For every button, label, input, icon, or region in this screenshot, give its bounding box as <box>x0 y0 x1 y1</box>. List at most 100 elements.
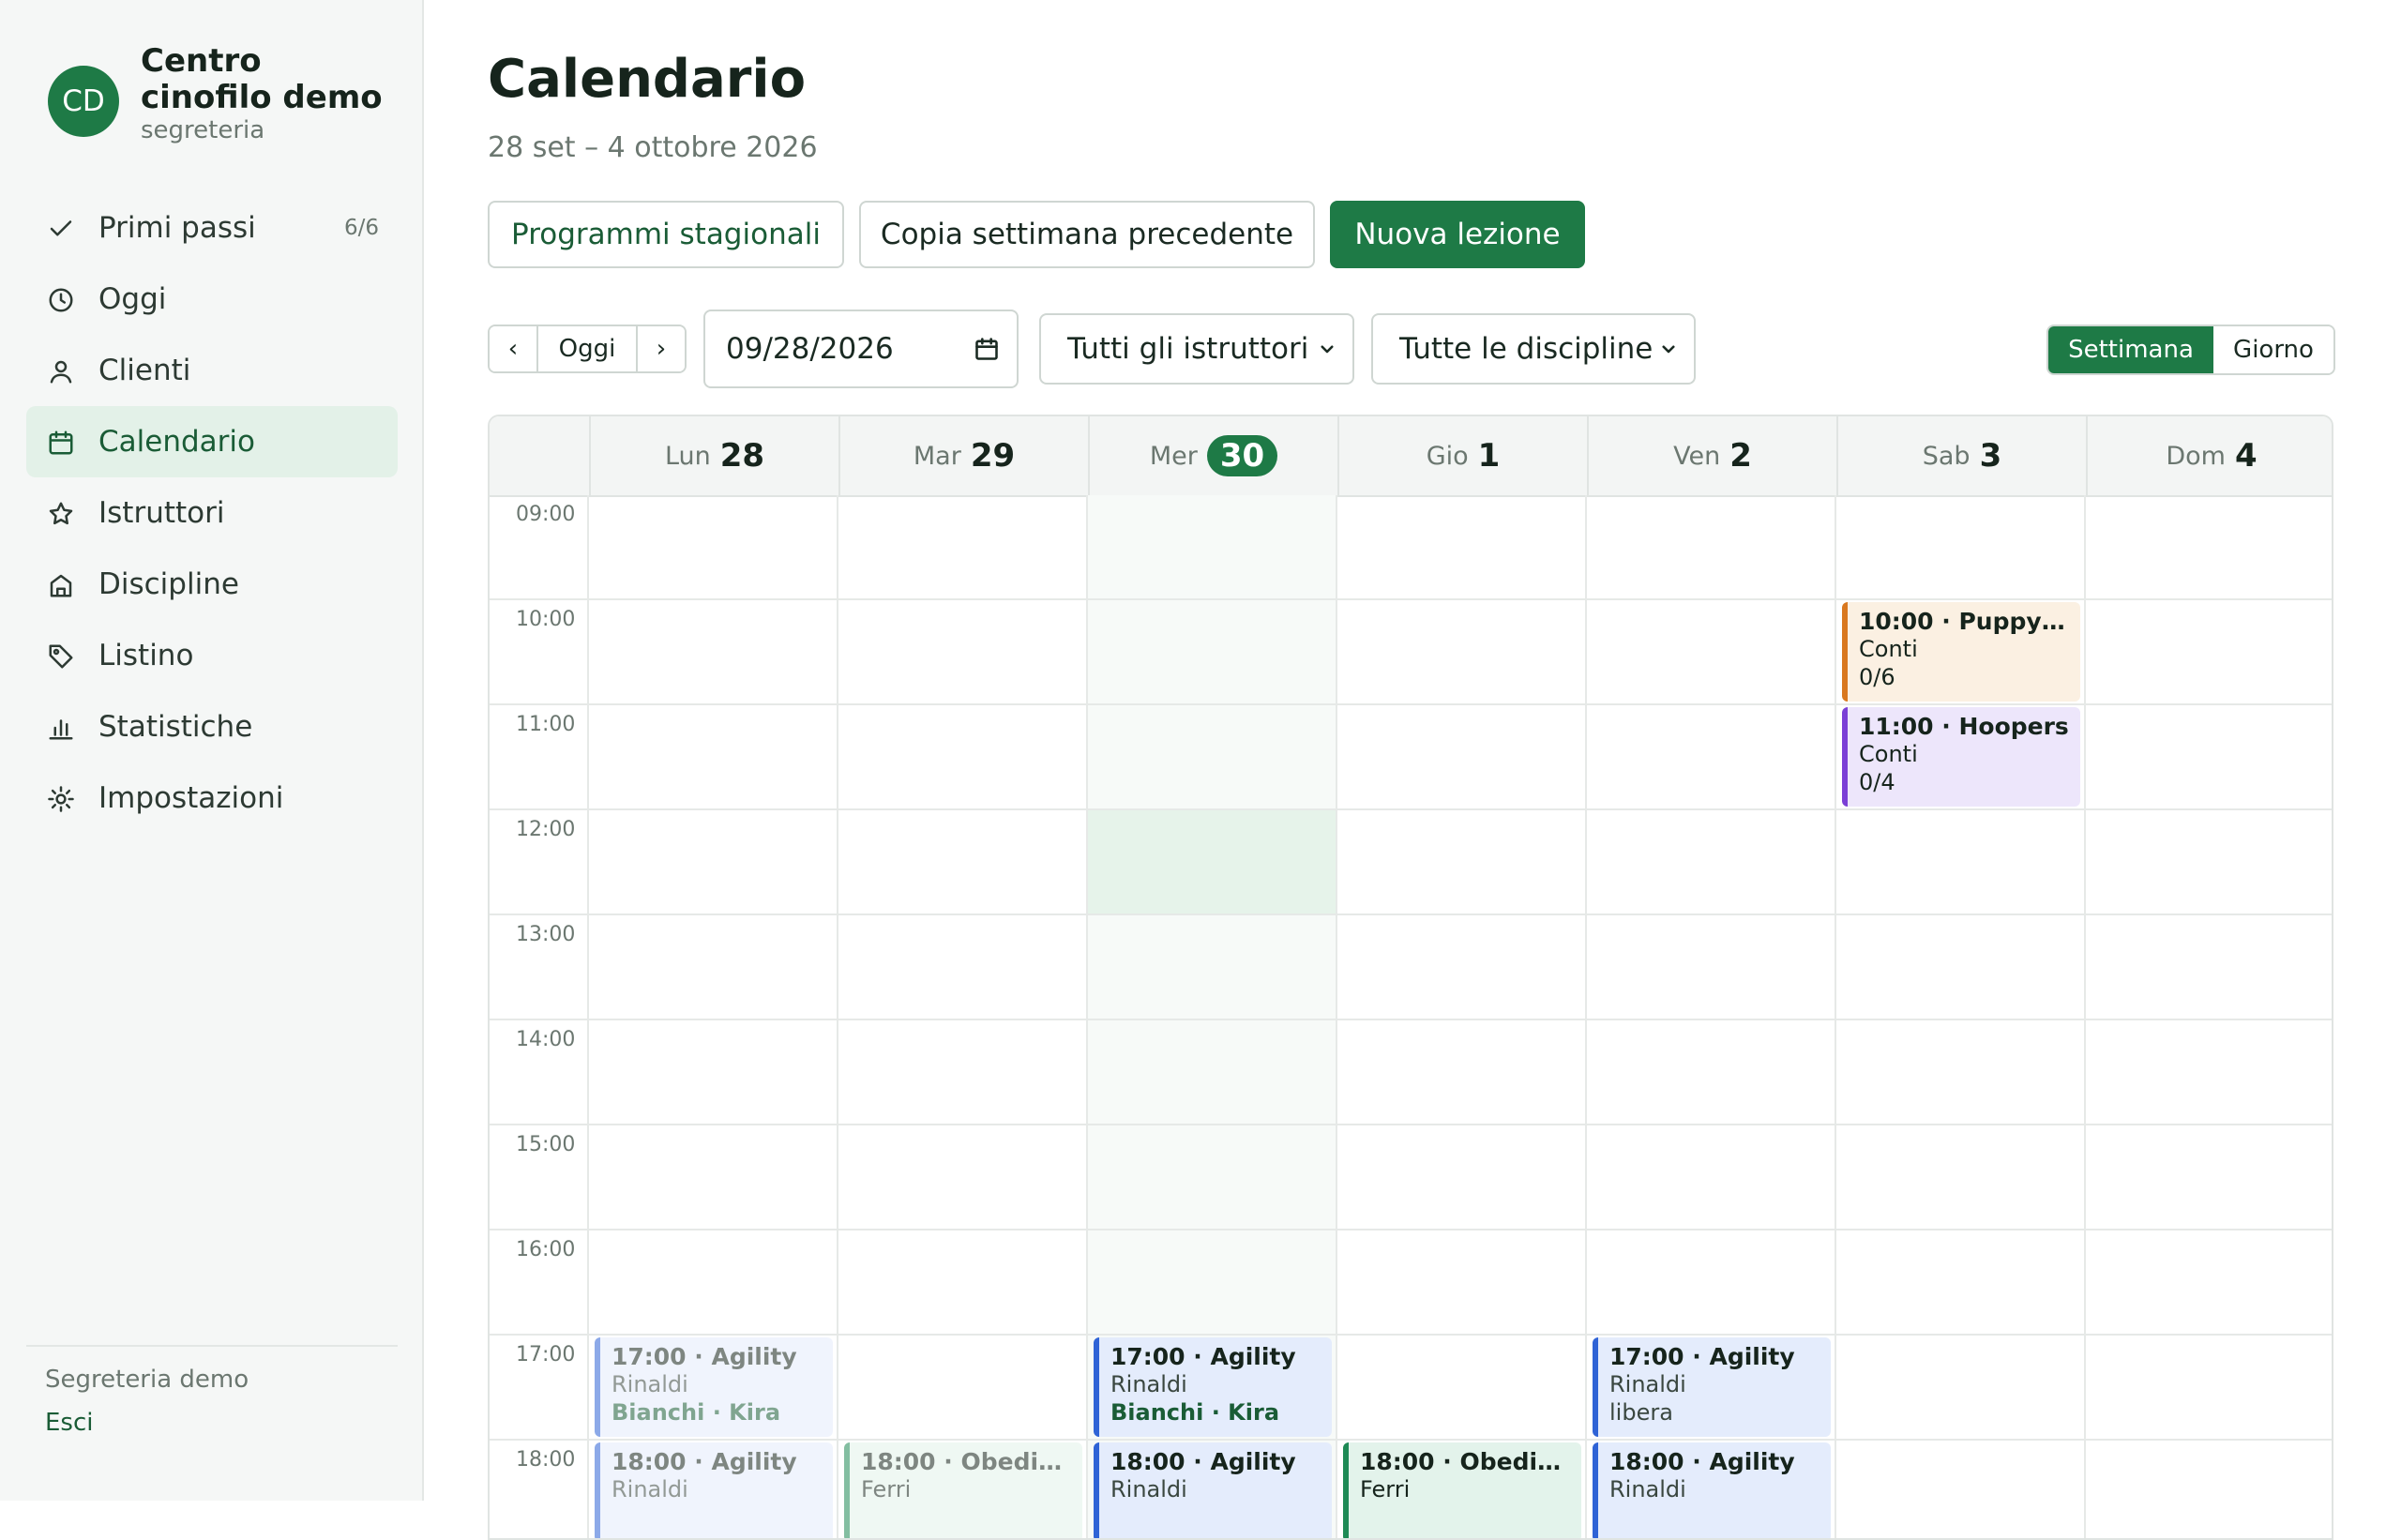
star-icon <box>49 502 73 525</box>
day-name: Dom <box>2166 441 2226 471</box>
lesson-participant: Bianchi · Kira <box>1110 1399 1280 1426</box>
day-name: Mar <box>913 441 961 471</box>
sidebar-footer: Segreteria demo Esci <box>26 1345 398 1437</box>
lesson-title: 18:00 · Obedie... <box>861 1448 1071 1475</box>
hour-label: 12:00 <box>516 818 576 841</box>
lesson-event[interactable]: 18:00 · Obedie... Ferri <box>1343 1442 1581 1538</box>
previous-week-button[interactable]: ‹ <box>490 326 538 371</box>
lesson-event[interactable]: 11:00 · Hoopers Conti 0/4 <box>1842 707 2080 807</box>
sidebar-item-label: Primi passi <box>98 211 256 245</box>
instructor-select-value: Tutti gli istruttori <box>1067 332 1309 366</box>
sidebar-item-impostazioni[interactable]: Impostazioni <box>26 762 398 834</box>
lesson-instructor: Rinaldi <box>612 1371 688 1397</box>
discipline-select[interactable]: Tutte le discipline <box>1371 313 1696 385</box>
hour-row: 14:00 <box>490 1020 2332 1125</box>
lesson-title: 18:00 · Obedie... <box>1360 1448 1570 1475</box>
calendar-icon <box>49 430 73 455</box>
day-header[interactable]: Sab 3 <box>1836 416 2086 495</box>
lesson-title: 18:00 · Agility <box>612 1448 797 1475</box>
lesson-title: 17:00 · Agility <box>1110 1343 1296 1370</box>
sun-gear-icon <box>48 786 74 812</box>
lesson-event[interactable]: 18:00 · Agility Rinaldi <box>595 1442 833 1538</box>
sidebar-item-label: Listino <box>98 639 194 672</box>
lesson-title: 17:00 · Agility <box>1609 1343 1795 1370</box>
hour-label: 15:00 <box>516 1133 576 1156</box>
lesson-instructor: Conti <box>1859 741 1918 767</box>
lesson-event[interactable]: 17:00 · Agility Rinaldi Bianchi · Kira <box>1094 1337 1332 1437</box>
day-header[interactable]: Ven 2 <box>1587 416 1836 495</box>
clock-icon <box>49 288 73 312</box>
bar-chart-icon <box>49 719 73 740</box>
discipline-select-value: Tutte le discipline <box>1399 332 1654 366</box>
tag-icon <box>49 644 73 669</box>
lesson-instructor: Rinaldi <box>1110 1371 1187 1397</box>
lesson-event[interactable]: 18:00 · Agility Rinaldi <box>1593 1442 1831 1538</box>
day-number: 2 <box>1729 437 1752 475</box>
view-week-button[interactable]: Settimana <box>2048 326 2213 373</box>
sidebar-item-calendario[interactable]: Calendario <box>26 406 398 477</box>
progress-count: 6/6 <box>343 216 379 240</box>
week-range: 28 set – 4 ottobre 2026 <box>488 131 818 164</box>
column-divider <box>1585 495 1587 1538</box>
hour-row: 13:00 <box>490 915 2332 1020</box>
day-name: Mer <box>1149 441 1198 471</box>
day-header[interactable]: Lun 28 <box>589 416 838 495</box>
column-divider <box>837 495 838 1538</box>
lesson-instructor: Conti <box>1859 636 1918 662</box>
sidebar-item-oggi[interactable]: Oggi <box>26 264 398 335</box>
hour-label: 09:00 <box>516 503 576 526</box>
lesson-event[interactable]: 18:00 · Obedie... Ferri <box>844 1442 1082 1538</box>
lesson-capacity: 0/6 <box>1859 664 1895 690</box>
sidebar-item-istruttori[interactable]: Istruttori <box>26 477 398 549</box>
lesson-capacity: 0/4 <box>1859 769 1895 795</box>
sidebar-item-label: Oggi <box>98 282 167 316</box>
day-header[interactable]: Mer 30 <box>1088 416 1337 495</box>
lesson-event[interactable]: 18:00 · Agility Rinaldi <box>1094 1442 1332 1538</box>
calendar-body: 09:00 10:00 11:00 12:00 13:00 14:00 15:00 16:00… <box>490 495 2332 1538</box>
lesson-instructor: Rinaldi <box>1609 1476 1686 1502</box>
sidebar-item-listino[interactable]: Listino <box>26 620 398 691</box>
hour-row: 12:00 <box>490 810 2332 915</box>
hour-row: 09:00 <box>490 495 2332 600</box>
page-title: Calendario <box>488 49 807 110</box>
instructor-select[interactable]: Tutti gli istruttori <box>1039 313 1354 385</box>
lesson-title: 11:00 · Hoopers <box>1859 713 2069 740</box>
hour-label: 10:00 <box>516 608 576 631</box>
hour-label: 17:00 <box>516 1343 576 1366</box>
today-date-badge: 30 <box>1206 435 1278 476</box>
day-name: Gio <box>1426 441 1469 471</box>
calendar-picker-icon[interactable] <box>974 336 1000 362</box>
date-input[interactable]: 09/28/2026 <box>703 310 1019 388</box>
current-user: Segreteria demo <box>45 1366 249 1394</box>
lesson-event[interactable]: 17:00 · Agility Rinaldi Bianchi · Kira <box>595 1337 833 1437</box>
day-header[interactable]: Dom 4 <box>2086 416 2332 495</box>
day-number: 4 <box>2234 437 2258 475</box>
day-header[interactable]: Mar 29 <box>838 416 1088 495</box>
lesson-title: 10:00 · Puppy ... <box>1859 608 2069 635</box>
sidebar-item-label: Impostazioni <box>98 781 284 815</box>
lesson-title: 17:00 · Agility <box>612 1343 797 1370</box>
day-header[interactable]: Gio 1 <box>1337 416 1587 495</box>
next-week-button[interactable]: › <box>638 326 685 371</box>
sidebar-item-clienti[interactable]: Clienti <box>26 335 398 406</box>
lesson-event[interactable]: 10:00 · Puppy ... Conti 0/6 <box>1842 602 2080 702</box>
copy-previous-week-button[interactable]: Copia settimana precedente <box>859 201 1315 268</box>
sidebar: CD Centro cinofilo demo segreteria Primi… <box>0 0 424 1501</box>
new-lesson-button[interactable]: Nuova lezione <box>1330 201 1585 268</box>
sidebar-item-statistiche[interactable]: Statistiche <box>26 691 398 762</box>
brand-role: segreteria <box>141 116 265 144</box>
hour-label: 11:00 <box>516 713 576 736</box>
sidebar-item-discipline[interactable]: Discipline <box>26 549 398 620</box>
sidebar-item-primi-passi[interactable]: Primi passi 6/6 <box>26 192 398 264</box>
lesson-event[interactable]: 17:00 · Agility Rinaldi libera <box>1593 1337 1831 1437</box>
view-day-button[interactable]: Giorno <box>2213 326 2333 373</box>
lesson-instructor: Rinaldi <box>1110 1476 1187 1502</box>
hour-row: 16:00 <box>490 1230 2332 1336</box>
hour-label: 18:00 <box>516 1448 576 1472</box>
week-calendar: Lun 28 Mar 29 Mer 30 Gio 1 Ven 2 Sab 3 Dom 4 09:00 10:… <box>488 415 2333 1540</box>
day-name: Sab <box>1922 441 1971 471</box>
seasonal-programs-button[interactable]: Programmi stagionali <box>488 201 844 268</box>
logout-link[interactable]: Esci <box>45 1409 94 1437</box>
check-icon <box>50 220 72 236</box>
today-button[interactable]: Oggi <box>538 326 638 371</box>
